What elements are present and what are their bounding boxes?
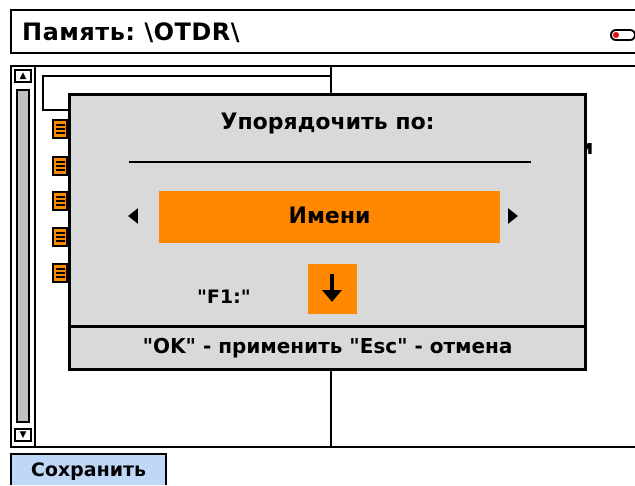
scroll-down-arrow-icon[interactable]: ▼ bbox=[14, 428, 32, 442]
sort-direction-button[interactable] bbox=[308, 264, 357, 314]
document-icon[interactable] bbox=[52, 227, 68, 247]
save-button[interactable]: Сохранить bbox=[10, 453, 167, 485]
f1-label: "F1:" bbox=[197, 286, 251, 308]
document-icon[interactable] bbox=[52, 119, 68, 139]
battery-level bbox=[613, 32, 619, 38]
dialog-title: Упорядочить по: bbox=[220, 110, 435, 135]
scroll-up-arrow-icon[interactable]: ▲ bbox=[14, 69, 32, 83]
arrow-down-icon bbox=[322, 274, 342, 302]
dialog-footer-divider bbox=[71, 325, 584, 328]
arrow-left-icon[interactable] bbox=[128, 208, 138, 224]
dialog-divider bbox=[129, 161, 531, 163]
document-icon[interactable] bbox=[52, 263, 68, 283]
scroll-track[interactable] bbox=[16, 89, 30, 423]
dialog-hint: "OK" - применить "Esc" - отмена bbox=[142, 334, 513, 358]
scrollbar[interactable]: ▲ ▼ bbox=[12, 67, 36, 446]
arrow-right-icon[interactable] bbox=[508, 208, 518, 224]
sort-option-select[interactable]: Имени bbox=[159, 191, 500, 243]
battery-icon bbox=[610, 29, 635, 41]
document-icon[interactable] bbox=[52, 191, 68, 211]
title-bar: Память: \OTDR\ bbox=[10, 9, 635, 54]
page-title: Память: \OTDR\ bbox=[22, 18, 241, 46]
document-icon[interactable] bbox=[52, 156, 68, 176]
sort-dialog: Упорядочить по: Имени "F1:" "OK" - приме… bbox=[68, 93, 587, 371]
